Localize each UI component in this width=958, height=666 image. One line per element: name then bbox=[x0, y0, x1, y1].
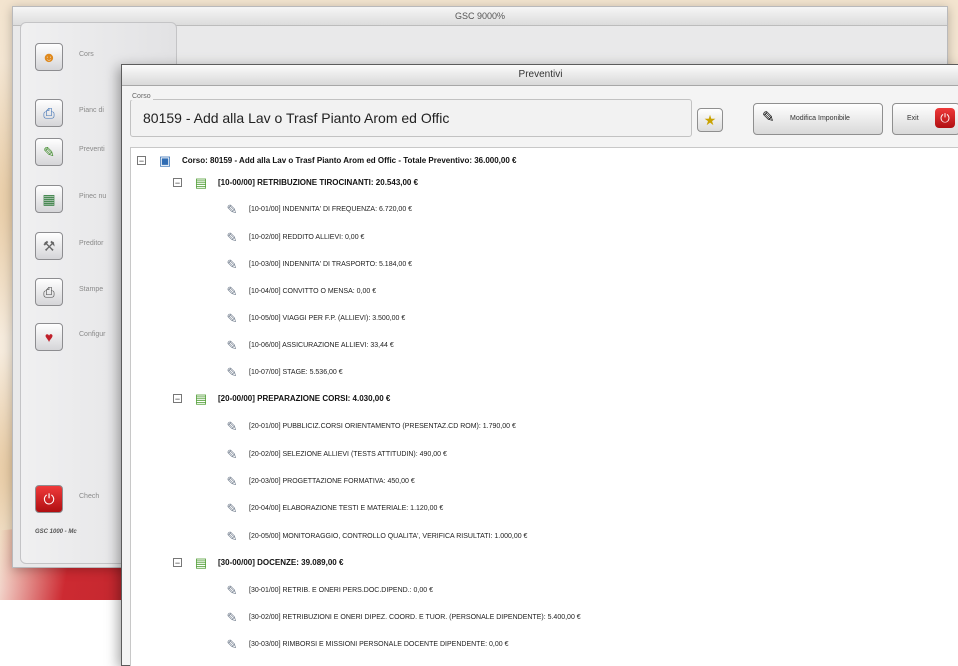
calculator-pen-icon: ✎ bbox=[226, 364, 238, 380]
exit-button[interactable]: Exit ⏻ bbox=[892, 103, 958, 135]
calculator-pen-icon: ✎ bbox=[226, 636, 238, 652]
item-label: [20-04/00] ELABORAZIONE TESTI E MATERIAL… bbox=[249, 504, 444, 512]
collapse-toggle[interactable]: − bbox=[173, 393, 182, 403]
category-label: [30-00/00] DOCENZE: 39.089,00 € bbox=[218, 557, 344, 567]
course-field: 80159 - Add alla Lav o Trasf Pianto Arom… bbox=[130, 99, 692, 137]
tree-root-label: Corso: 80159 - Add alla Lav o Trasf Pian… bbox=[182, 155, 517, 165]
item-label: [10-03/00] INDENNITA' DI TRASPORTO: 5.18… bbox=[249, 260, 413, 268]
calculator-pen-icon: ✎ bbox=[226, 582, 238, 598]
tree-node-item[interactable]: ✎ [30-03/00] RIMBORSI E MISSIONI PERSONA… bbox=[221, 634, 509, 654]
budget-tree[interactable]: − ▣ Corso: 80159 - Add alla Lav o Trasf … bbox=[130, 147, 958, 666]
sidebar-item-label: Pinec nu bbox=[79, 193, 107, 200]
tree-node-item[interactable]: ✎ [10-04/00] CONVITTO O MENSA: 0,00 € bbox=[221, 281, 377, 301]
item-label: [20-02/00] SELEZIONE ALLIEVI (TESTS ATTI… bbox=[249, 450, 447, 458]
calculator-pen-icon: ✎ bbox=[226, 256, 238, 272]
power-icon[interactable]: ⏻ bbox=[35, 485, 63, 513]
sidebar-item-label: Configur bbox=[79, 331, 106, 338]
item-label: [20-01/00] PUBBLICIZ.CORSI ORIENTAMENTO … bbox=[249, 422, 516, 430]
calculator-pen-icon: ✎ bbox=[226, 500, 238, 516]
sidebar-item-label: Stampe bbox=[79, 286, 104, 293]
item-label: [10-06/00] ASSICURAZIONE ALLIEVI: 33,44 … bbox=[249, 341, 394, 349]
calculator-pen-icon: ✎ bbox=[226, 201, 238, 217]
item-label: [10-02/00] REDDITO ALLIEVI: 0,00 € bbox=[249, 233, 365, 241]
tree-node-item[interactable]: ✎ [10-05/00] VIAGGI PER F.P. (ALLIEVI): … bbox=[221, 308, 406, 328]
calculator-pen-icon: ✎ bbox=[226, 283, 238, 299]
tree-node-item[interactable]: ✎ [20-05/00] MONITORAGGIO, CONTROLLO QUA… bbox=[221, 526, 528, 546]
tree-node-category[interactable]: − ▤ [20-00/00] PREPARAZIONE CORSI: 4.030… bbox=[173, 388, 390, 408]
config-icon[interactable]: ♥ bbox=[35, 323, 63, 351]
tree-node-item[interactable]: ✎ [20-02/00] SELEZIONE ALLIEVI (TESTS AT… bbox=[221, 444, 447, 464]
calculator-pen-icon: ✎ bbox=[226, 310, 238, 326]
tree-node-item[interactable]: ✎ [10-03/00] INDENNITA' DI TRASPORTO: 5.… bbox=[221, 254, 413, 274]
tree-node-item[interactable]: ✎ [10-07/00] STAGE: 5.536,00 € bbox=[221, 362, 343, 382]
sidebar-item-label: Cors bbox=[79, 51, 94, 58]
sidebar-item-label: Pianc di bbox=[79, 107, 104, 114]
item-label: [10-07/00] STAGE: 5.536,00 € bbox=[249, 368, 343, 376]
people-icon[interactable]: ☻ bbox=[35, 43, 63, 71]
calculator-pen-icon: ✎ bbox=[762, 109, 775, 126]
printer-icon[interactable]: ⎙ bbox=[35, 99, 63, 127]
printer2-icon[interactable]: ⎙ bbox=[35, 278, 63, 306]
collapse-toggle[interactable]: − bbox=[137, 155, 146, 165]
sidebar-item-label: Preventi bbox=[79, 146, 105, 153]
tree-node-root[interactable]: − ▣ Corso: 80159 - Add alla Lav o Trasf … bbox=[137, 150, 516, 170]
course-folder-icon: ▣ bbox=[158, 152, 172, 168]
modify-imponibile-button[interactable]: ✎ Modifica Imponibile bbox=[753, 103, 883, 135]
item-label: [30-02/00] RETRIBUZIONI E ONERI DIPEZ. C… bbox=[249, 613, 581, 621]
tree-node-item[interactable]: ✎ [20-01/00] PUBBLICIZ.CORSI ORIENTAMENT… bbox=[221, 416, 516, 436]
pen-icon[interactable]: ✎ bbox=[35, 138, 63, 166]
calculator-pen-icon: ✎ bbox=[226, 473, 238, 489]
course-value: 80159 - Add alla Lav o Trasf Pianto Arom… bbox=[143, 110, 450, 126]
tree-node-item[interactable]: ✎ [20-04/00] ELABORAZIONE TESTI E MATERI… bbox=[221, 498, 444, 518]
money-stack-icon: ▤ bbox=[194, 390, 208, 406]
window-title: Preventivi bbox=[122, 65, 958, 86]
sidebar-item-label: Preditor bbox=[79, 240, 104, 247]
item-label: [30-03/00] RIMBORSI E MISSIONI PERSONALE… bbox=[249, 640, 509, 648]
category-label: [10-00/00] RETRIBUZIONE TIROCINANTI: 20.… bbox=[218, 177, 419, 187]
item-label: [20-03/00] PROGETTAZIONE FORMATIVA: 450,… bbox=[249, 477, 415, 485]
tree-node-item[interactable]: ✎ [10-02/00] REDDITO ALLIEVI: 0,00 € bbox=[221, 227, 365, 247]
exit-label: Exit bbox=[907, 115, 919, 122]
collapse-toggle[interactable]: − bbox=[173, 177, 182, 187]
calendar-icon[interactable]: ▦ bbox=[35, 185, 63, 213]
tree-node-item[interactable]: ✎ [30-01/00] RETRIB. E ONERI PERS.DOC.DI… bbox=[221, 580, 433, 600]
tree-node-item[interactable]: ✎ [20-03/00] PROGETTAZIONE FORMATIVA: 45… bbox=[221, 471, 415, 491]
course-legend: Corso bbox=[130, 93, 153, 100]
power-icon: ⏻ bbox=[935, 108, 955, 128]
collapse-toggle[interactable]: − bbox=[173, 557, 182, 567]
calculator-pen-icon: ✎ bbox=[226, 418, 238, 434]
category-label: [20-00/00] PREPARAZIONE CORSI: 4.030,00 … bbox=[218, 393, 391, 403]
tree-node-item[interactable]: ✎ [10-06/00] ASSICURAZIONE ALLIEVI: 33,4… bbox=[221, 335, 394, 355]
tree-node-item[interactable]: ✎ [30-02/00] RETRIBUZIONI E ONERI DIPEZ.… bbox=[221, 607, 581, 627]
sidebar-item-label: Chech bbox=[79, 493, 100, 500]
modify-imponibile-label: Modifica Imponibile bbox=[790, 115, 850, 122]
item-label: [30-01/00] RETRIB. E ONERI PERS.DOC.DIPE… bbox=[249, 586, 434, 594]
calculator-pen-icon: ✎ bbox=[226, 528, 238, 544]
calculator-pen-icon: ✎ bbox=[226, 609, 238, 625]
star-button[interactable]: ★ bbox=[697, 108, 723, 132]
calculator-pen-icon: ✎ bbox=[226, 229, 238, 245]
preventivi-window: Preventivi 80159 - Add alla Lav o Trasf … bbox=[121, 64, 958, 666]
app-footer: GSC 1000 - Mc bbox=[35, 529, 77, 535]
item-label: [10-04/00] CONVITTO O MENSA: 0,00 € bbox=[249, 287, 377, 295]
money-stack-icon: ▤ bbox=[194, 554, 208, 570]
item-label: [10-01/00] INDENNITA' DI FREQUENZA: 6.72… bbox=[249, 205, 413, 213]
calculator-pen-icon: ✎ bbox=[226, 337, 238, 353]
calculator-pen-icon: ✎ bbox=[226, 446, 238, 462]
tree-node-item[interactable]: ✎ [10-01/00] INDENNITA' DI FREQUENZA: 6.… bbox=[221, 199, 413, 219]
item-label: [10-05/00] VIAGGI PER F.P. (ALLIEVI): 3.… bbox=[249, 314, 406, 322]
item-label: [20-05/00] MONITORAGGIO, CONTROLLO QUALI… bbox=[249, 532, 528, 540]
money-stack-icon: ▤ bbox=[194, 174, 208, 190]
tree-node-category[interactable]: − ▤ [10-00/00] RETRIBUZIONE TIROCINANTI:… bbox=[173, 172, 418, 192]
star-icon: ★ bbox=[703, 111, 717, 128]
tools-icon[interactable]: ⚒ bbox=[35, 232, 63, 260]
tree-node-category[interactable]: − ▤ [30-00/00] DOCENZE: 39.089,00 € bbox=[173, 552, 343, 572]
